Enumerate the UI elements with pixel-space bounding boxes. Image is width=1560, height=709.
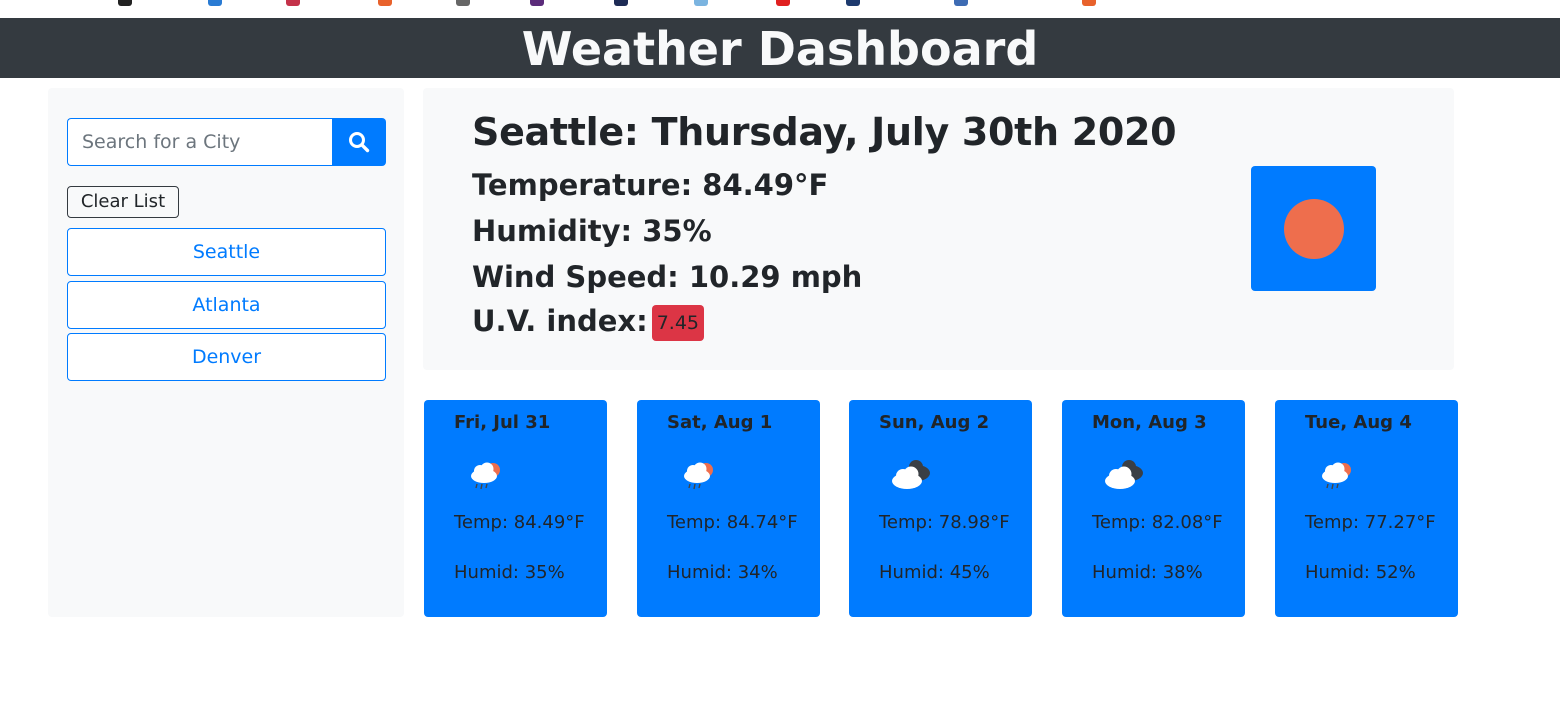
uv-label: U.V. index: [472,304,648,338]
bookmark-icon[interactable] [954,0,968,6]
current-wind-speed: Wind Speed: 10.29 mph [472,260,863,294]
forecast-card: Sun, Aug 2 Temp: 78.98°F Humid: 45% [849,400,1032,617]
current-uv-row: U.V. index: 7.45 [472,304,705,341]
forecast-temp: Temp: 82.08°F [1092,512,1223,533]
city-button-seattle[interactable]: Seattle [67,228,386,276]
cloudy-icon [892,460,930,489]
forecast-date: Sun, Aug 2 [879,412,990,433]
clear-list-button[interactable]: Clear List [67,186,179,218]
forecast-temp: Temp: 78.98°F [879,512,1010,533]
city-button-atlanta[interactable]: Atlanta [67,281,386,329]
uv-badge: 7.45 [651,305,705,341]
forecast-card: Mon, Aug 3 Temp: 82.08°F Humid: 38% [1062,400,1245,617]
forecast-card: Tue, Aug 4 Temp: 77.27°F Humid: 52% [1275,400,1458,617]
bookmarks-bar [0,0,1560,19]
rain-sun-icon [684,462,713,490]
forecast-card: Fri, Jul 31 Temp: 84.49°F Humid: 35% [424,400,607,617]
forecast-temp: Temp: 84.49°F [454,512,585,533]
forecast-temp: Temp: 84.74°F [667,512,798,533]
forecast-card: Sat, Aug 1 Temp: 84.74°F Humid: 34% [637,400,820,617]
bookmark-icon[interactable] [614,0,628,6]
search-group [67,118,386,166]
bookmark-icon[interactable] [1082,0,1096,6]
bookmark-icon[interactable] [118,0,132,6]
current-city-date: Seattle: Thursday, July 30th 2020 [472,110,1177,154]
forecast-humidity: Humid: 35% [454,562,565,583]
city-button-denver[interactable]: Denver [67,333,386,381]
bookmark-icon[interactable] [846,0,860,6]
rain-sun-icon [471,462,500,490]
forecast-humidity: Humid: 34% [667,562,778,583]
forecast-date: Fri, Jul 31 [454,412,551,433]
bookmark-icon[interactable] [456,0,470,6]
bookmark-icon[interactable] [530,0,544,6]
bookmark-icon[interactable] [694,0,708,6]
forecast-date: Sat, Aug 1 [667,412,773,433]
bookmark-icon[interactable] [378,0,392,6]
forecast-date: Mon, Aug 3 [1092,412,1207,433]
current-humidity: Humidity: 35% [472,214,712,248]
forecast-humidity: Humid: 52% [1305,562,1416,583]
forecast-date: Tue, Aug 4 [1305,412,1412,433]
search-input[interactable] [67,118,332,166]
rain-sun-icon [1322,462,1351,490]
cloudy-icon [1105,460,1143,489]
bookmark-icon[interactable] [286,0,300,6]
page-title: Weather Dashboard [0,18,1560,78]
forecast-humidity: Humid: 38% [1092,562,1203,583]
bookmark-icon[interactable] [208,0,222,6]
sun-icon [1283,198,1344,259]
sidebar: Clear List Seattle Atlanta Denver [48,88,404,617]
search-button[interactable] [332,118,386,166]
forecast-temp: Temp: 77.27°F [1305,512,1436,533]
forecast-humidity: Humid: 45% [879,562,990,583]
current-weather-panel: Seattle: Thursday, July 30th 2020 Temper… [423,88,1454,370]
search-icon [349,132,370,153]
bookmark-icon[interactable] [776,0,790,6]
current-temperature: Temperature: 84.49°F [472,168,829,202]
current-weather-icon-box [1251,166,1376,291]
